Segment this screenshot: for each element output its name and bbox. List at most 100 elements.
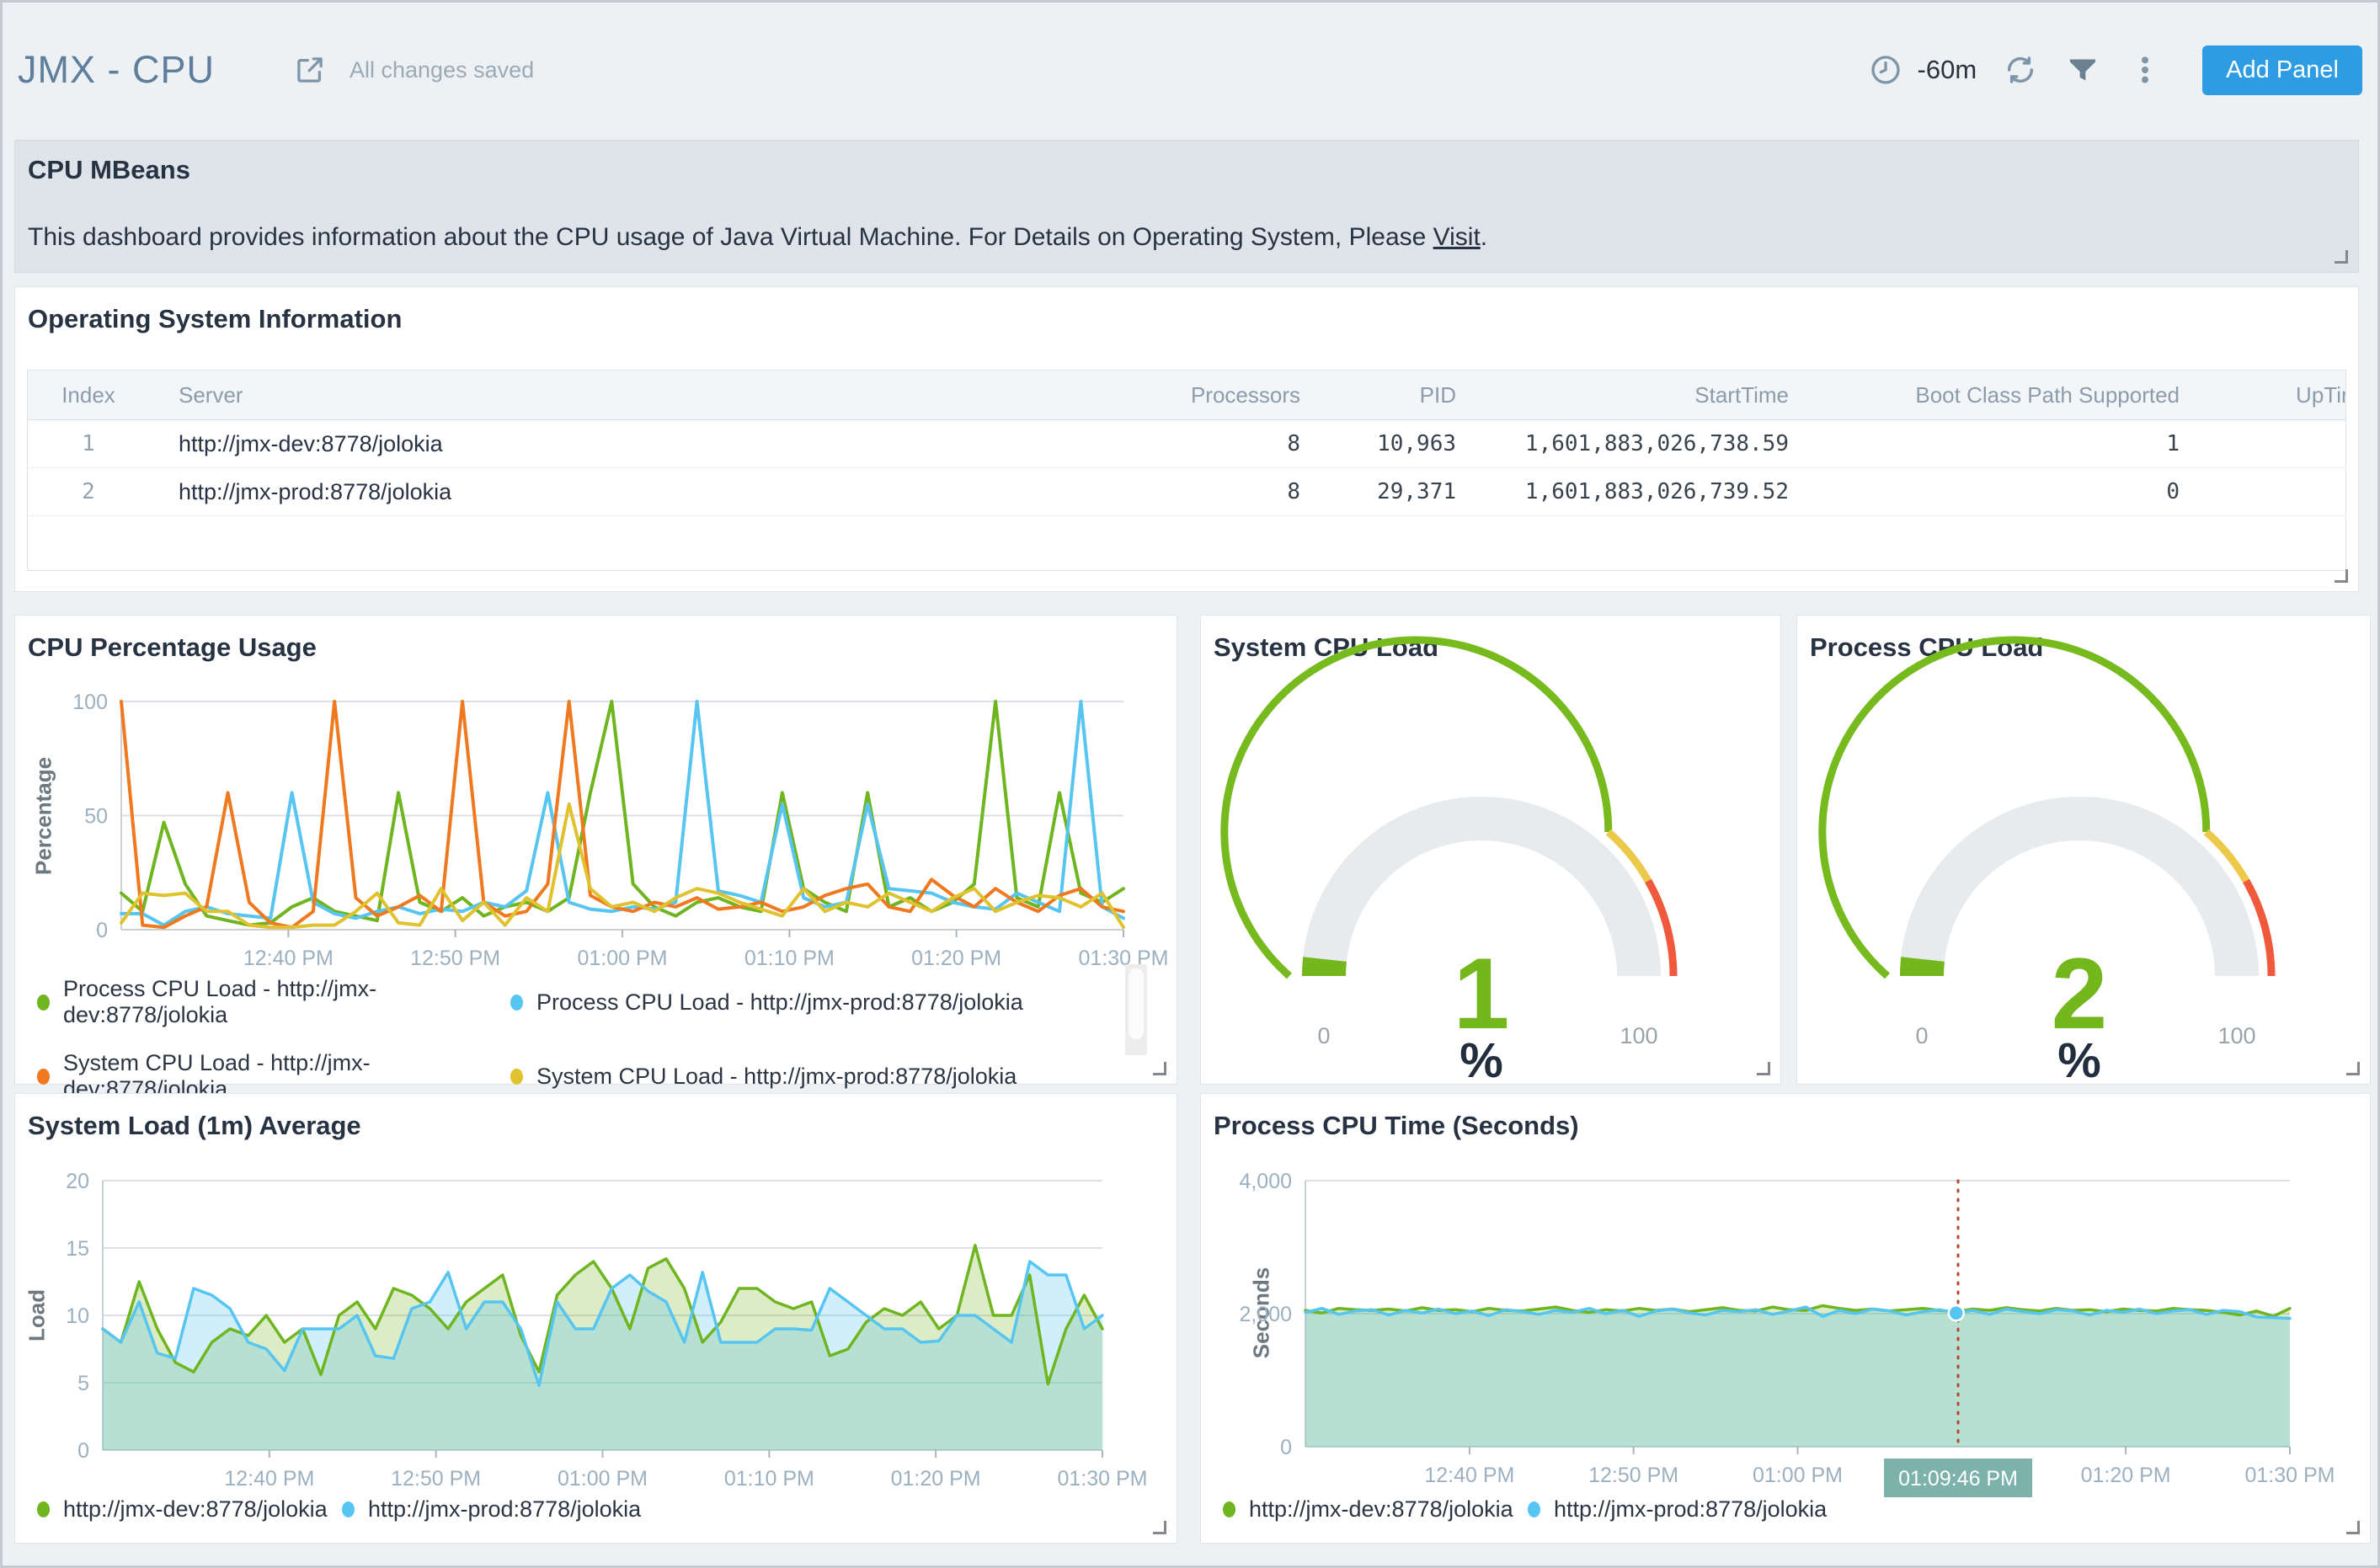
table-row[interactable]: 1http://jmx-dev:8778/jolokia810,9631,601… <box>28 420 2346 468</box>
y-tick-label: 0 <box>1280 1436 1292 1459</box>
process-cpu-time-chart[interactable]: 02,0004,00012:40 PM12:50 PM01:00 PM01:20… <box>1201 1144 2372 1501</box>
save-status: All changes saved <box>350 57 534 83</box>
refresh-icon[interactable] <box>2002 51 2039 88</box>
column-header[interactable]: Processors <box>1005 371 1312 420</box>
panel-cpu-percentage-usage: CPU Percentage Usage Percentage 05010012… <box>14 615 1177 1085</box>
system-cpu-load-gauge[interactable]: 1 0 100 % <box>1201 616 1782 1085</box>
panel-process-cpu-load: Process CPU Load 2 0 100 % <box>1796 615 2371 1085</box>
legend-swatch-icon <box>1223 1501 1235 1517</box>
cpu-percentage-usage-chart[interactable]: 05010012:40 PM12:50 PM01:00 PM01:10 PM01… <box>15 666 1178 976</box>
time-range-selector[interactable]: -60m <box>1918 55 1977 85</box>
panel-title: System Load (1m) Average <box>28 1111 361 1141</box>
legend-label: System CPU Load - http://jmx-prod:8778/j… <box>536 1064 1017 1090</box>
share-icon[interactable] <box>292 52 328 88</box>
chart-legend: http://jmx-dev:8778/jolokia http://jmx-pr… <box>37 1496 641 1523</box>
add-panel-button[interactable]: Add Panel <box>2202 45 2362 95</box>
x-tick-label: 12:50 PM <box>1588 1464 1678 1487</box>
legend-swatch-icon <box>342 1501 355 1517</box>
column-header[interactable]: PID <box>1312 371 1468 420</box>
panel-resize-handle[interactable] <box>2346 1062 2360 1075</box>
legend-label: http://jmx-prod:8778/jolokia <box>368 1496 641 1523</box>
column-header[interactable]: Server <box>149 371 1005 420</box>
panel-resize-handle[interactable] <box>1153 1062 1166 1075</box>
panel-resize-handle[interactable] <box>1757 1062 1770 1075</box>
panel-system-load-average: System Load (1m) Average Load 0510152012… <box>14 1093 1177 1544</box>
gauge-range-arc <box>1225 640 1609 976</box>
legend-swatch-icon <box>510 1069 523 1085</box>
table-cell: 10,963 <box>1312 420 1468 468</box>
legend-label: http://jmx-dev:8778/jolokia <box>1249 1496 1513 1523</box>
table-cell: 1,601,883,026,739.52 <box>1468 468 1804 516</box>
panel-resize-handle[interactable] <box>2335 569 2348 583</box>
table-header: IndexServerProcessorsPIDStartTimeBoot Cl… <box>28 371 2346 420</box>
y-tick-label: 50 <box>84 805 108 829</box>
y-tick-label: 4,000 <box>1239 1170 1292 1193</box>
dashboard-header: JMX - CPU All changes saved -60m <box>3 3 2377 137</box>
table-row[interactable]: 2http://jmx-prod:8778/jolokia829,3711,60… <box>28 468 2346 516</box>
legend-swatch-icon <box>37 1501 50 1517</box>
y-tick-label: 0 <box>96 919 108 942</box>
os-information-table: IndexServerProcessorsPIDStartTimeBoot Cl… <box>27 370 2346 571</box>
column-header[interactable]: Boot Class Path Supported <box>1804 371 2195 420</box>
table-cell: 8 <box>1005 420 1312 468</box>
legend-scrollbar[interactable] <box>1125 964 1147 1055</box>
table-cell: 1 <box>28 420 149 468</box>
x-tick-label: 01:30 PM <box>1057 1467 1147 1491</box>
kebab-menu-icon[interactable] <box>2127 51 2164 88</box>
legend-item[interactable]: http://jmx-prod:8778/jolokia <box>1528 1496 1827 1523</box>
gauge-min-label: 0 <box>1317 1023 1330 1048</box>
y-tick-label: 0 <box>77 1439 89 1463</box>
x-tick-label: 01:00 PM <box>1753 1464 1843 1487</box>
legend-item[interactable]: http://jmx-dev:8778/jolokia <box>1223 1496 1528 1523</box>
x-tick-label: 01:00 PM <box>558 1467 648 1491</box>
legend-item[interactable]: Process CPU Load - http://jmx-dev:8778/j… <box>37 976 510 1028</box>
column-header[interactable]: Index <box>28 371 149 420</box>
legend-item[interactable]: http://jmx-prod:8778/jolokia <box>342 1496 641 1523</box>
column-header[interactable]: StartTime <box>1468 371 1804 420</box>
x-tick-label: 01:20 PM <box>2081 1464 2171 1487</box>
y-tick-label: 2,000 <box>1239 1303 1292 1326</box>
panel-title: CPU Percentage Usage <box>28 632 317 663</box>
gauge-range-arc <box>1822 640 2207 976</box>
scrollbar-thumb[interactable] <box>1128 968 1145 1040</box>
panel-resize-handle[interactable] <box>1153 1521 1166 1534</box>
legend-swatch-icon <box>37 1069 50 1085</box>
gauge-max-label: 100 <box>2217 1023 2255 1048</box>
table-cell: 8 <box>1005 468 1312 516</box>
panel-process-cpu-time: Process CPU Time (Seconds) Seconds 02,00… <box>1200 1093 2371 1544</box>
legend-label: http://jmx-prod:8778/jolokia <box>1554 1496 1827 1523</box>
series-line <box>121 701 1123 927</box>
filter-icon[interactable] <box>2064 51 2101 88</box>
x-tick-label: 01:10 PM <box>724 1467 814 1491</box>
y-tick-label: 15 <box>66 1237 89 1261</box>
panel-resize-handle[interactable] <box>2346 1521 2360 1534</box>
dashboard-page: JMX - CPU All changes saved -60m <box>0 0 2380 1568</box>
gauge-min-label: 0 <box>1915 1023 1928 1048</box>
y-tick-label: 5 <box>77 1372 89 1395</box>
process-cpu-load-gauge[interactable]: 2 0 100 % <box>1797 616 2372 1085</box>
x-tick-label: 12:50 PM <box>410 947 500 970</box>
table-cell: 0 <box>1804 468 2195 516</box>
legend-label: Process CPU Load - http://jmx-prod:8778/… <box>536 989 1023 1016</box>
column-header[interactable]: UpTime (Hours) <box>2195 371 2346 420</box>
x-tick-label: 01:20 PM <box>911 947 1001 970</box>
table-cell: 1 <box>1804 420 2195 468</box>
legend-item[interactable]: Process CPU Load - http://jmx-prod:8778/… <box>510 976 1023 1028</box>
table-panel-os-information: Operating System Information IndexServer… <box>14 286 2359 592</box>
legend-item[interactable]: http://jmx-dev:8778/jolokia <box>37 1496 342 1523</box>
series-line <box>121 701 1123 925</box>
table-cell: 0.21 <box>2195 468 2346 516</box>
text-panel-cpu-mbeans: CPU MBeans This dashboard provides infor… <box>14 140 2359 273</box>
system-load-average-chart[interactable]: 0510152012:40 PM12:50 PM01:00 PM01:10 PM… <box>15 1144 1178 1498</box>
gauge-unit-label: % <box>2057 1033 2101 1085</box>
clock-icon[interactable] <box>1867 51 1904 88</box>
x-tick-label: 01:20 PM <box>891 1467 981 1491</box>
page-title: JMX - CPU <box>18 48 215 92</box>
panel-description: This dashboard provides information abou… <box>28 223 1487 252</box>
panel-resize-handle[interactable] <box>2335 250 2348 264</box>
visit-link[interactable]: Visit <box>1433 223 1481 251</box>
panel-title: Process CPU Time (Seconds) <box>1214 1111 1579 1141</box>
legend-label: Process CPU Load - http://jmx-dev:8778/j… <box>63 976 510 1028</box>
crosshair-label: 01:09:46 PM <box>1898 1467 2018 1491</box>
x-tick-label: 12:40 PM <box>243 947 334 970</box>
